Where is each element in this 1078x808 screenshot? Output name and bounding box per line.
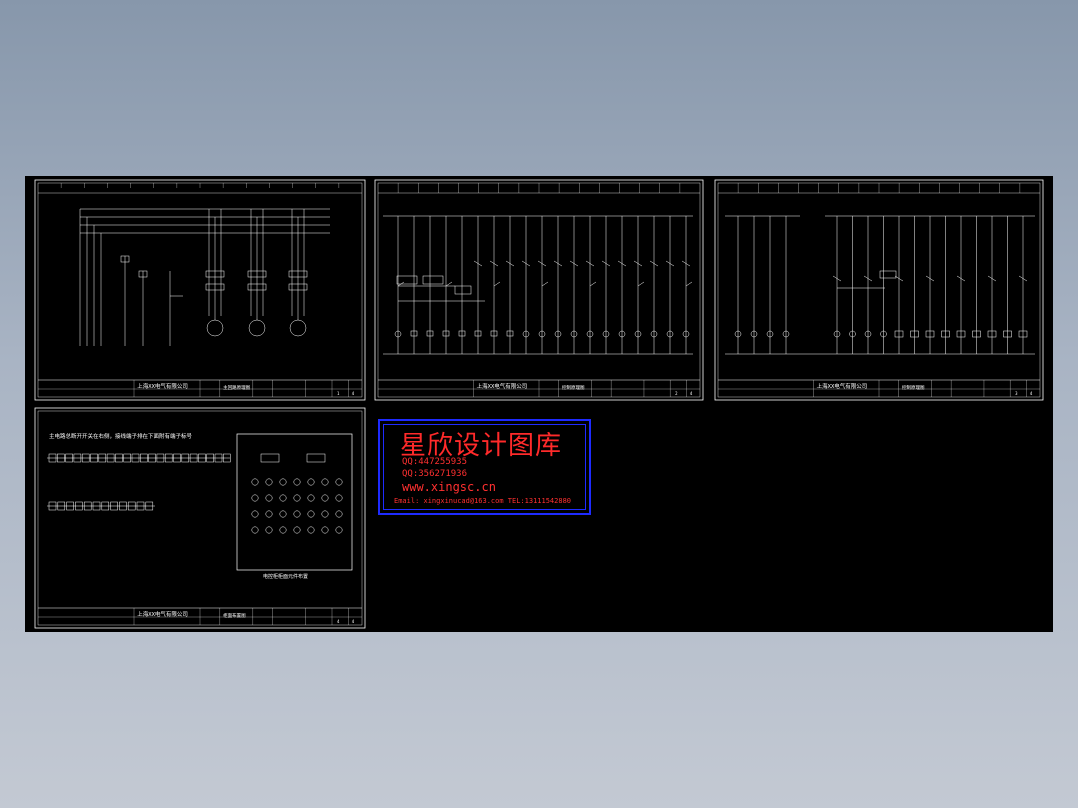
sheet-1-number: 1 — [337, 391, 340, 396]
sheet-4-total: 4 — [352, 619, 355, 624]
sheet-frame-1 — [34, 179, 366, 401]
sheet-1-company: 上海XX电气有限公司 — [137, 382, 188, 390]
sheet-4-number: 4 — [337, 619, 340, 624]
sheet-1-total: 4 — [352, 391, 355, 396]
sheet-4-drawing: 柜面布置图 — [223, 612, 246, 619]
schematic-drawing: 上海XX电气有限公司 主回路原理图 1 4 上海XX电气有限公司 控制原理图 2 4 上海XX电… — [34, 179, 1044, 629]
sheet-frame-4 — [34, 407, 366, 629]
sheet-4-company: 上海XX电气有限公司 — [137, 610, 188, 618]
sheet4-note: 主电路总断开开关在右侧，接线端子排在下面附有端子标号 — [49, 432, 193, 440]
stamp-email: Email: xingxinucad@163.com TEL:131115428… — [394, 497, 572, 505]
stamp-url: www.xingsc.cn — [402, 480, 496, 494]
sheet-2-total: 4 — [690, 391, 693, 396]
stamp-qq-1: QQ:447255935 — [402, 457, 468, 467]
sheet-2-number: 2 — [675, 391, 678, 396]
cad-drawing-canvas[interactable]: 上海XX电气有限公司 主回路原理图 1 4 上海XX电气有限公司 控制原理图 2 4 上海XX电… — [25, 176, 1053, 632]
sheet-1-drawing: 主回路原理图 — [223, 384, 250, 391]
sheet-3-drawing: 控制原理图 — [902, 384, 925, 391]
stamp-qq-2: QQ:356271936 — [402, 469, 468, 479]
sheet-3-company: 上海XX电气有限公司 — [817, 382, 868, 390]
sheet-3-number: 3 — [1015, 391, 1018, 396]
sheet-3-total: 4 — [1030, 391, 1033, 396]
sheet-2-company: 上海XX电气有限公司 — [477, 382, 528, 390]
panel-caption: 电控柜柜面元件布置 — [263, 573, 308, 580]
sheet-frame-3 — [714, 179, 1044, 401]
watermark-stamp: 星欣设计图库 QQ:447255935 QQ:356271936 www.xin… — [378, 419, 591, 515]
sheet-2-drawing: 控制原理图 — [562, 384, 585, 391]
